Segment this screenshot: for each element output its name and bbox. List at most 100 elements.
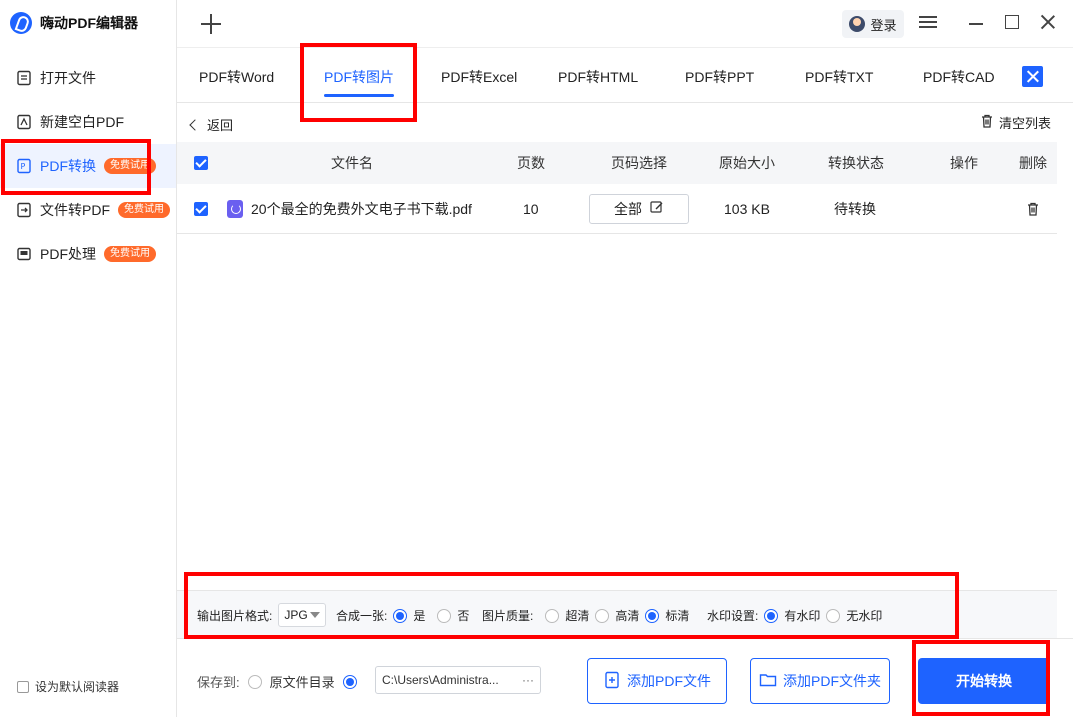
header-file-name: 文件名 — [331, 155, 373, 171]
quality-option: 图片质量: 超清 高清 标清 — [482, 607, 689, 624]
watermark-label: 水印设置: — [707, 609, 759, 623]
add-folder-label: 添加PDF文件夹 — [783, 673, 881, 689]
sidebar-item-file-to-pdf[interactable]: 文件转PDF 免费试用 — [0, 188, 176, 232]
default-reader-toggle[interactable]: 设为默认阅读器 — [17, 678, 119, 695]
folder-icon — [759, 671, 777, 692]
merge-option: 合成一张: 是 否 — [336, 607, 469, 624]
free-trial-badge: 免费试用 — [104, 246, 156, 262]
sidebar-item-new-pdf[interactable]: 新建空白PDF — [0, 100, 176, 144]
bottom-bar: 保存到: 原文件目录 C:\Users\Administra... ··· 添加… — [177, 638, 1073, 717]
app-logo-icon — [10, 12, 32, 34]
clear-list-label: 清空列表 — [998, 116, 1051, 131]
save-custom-dir-radio[interactable] — [342, 674, 357, 689]
file-to-pdf-icon — [16, 202, 32, 218]
format-label: 输出图片格式: — [197, 608, 273, 623]
watermark-no-label: 无水印 — [846, 609, 883, 623]
tab-pdf-to-cad[interactable]: PDF转CAD — [923, 67, 995, 87]
save-path-value: C:\Users\Administra... — [382, 673, 499, 687]
free-trial-badge: 免费试用 — [104, 158, 156, 174]
title-bar: 登录 — [177, 0, 1073, 48]
page-select-button[interactable]: 全部 — [589, 193, 689, 224]
new-pdf-icon — [16, 114, 32, 130]
checkbox-checked-icon — [194, 201, 208, 216]
header-actions: 操作 — [950, 155, 978, 171]
merge-yes-radio[interactable] — [393, 608, 408, 623]
merge-label: 合成一张: — [336, 609, 388, 623]
close-window-icon[interactable] — [1039, 14, 1057, 32]
quality-standard-radio[interactable] — [645, 608, 660, 623]
file-name-cell: 20个最全的免费外文电子书下载.pdf — [227, 184, 472, 233]
sidebar-item-pdf-convert[interactable]: P PDF转换 免费试用 — [0, 144, 176, 188]
start-convert-button[interactable]: 开始转换 — [918, 658, 1050, 704]
login-button[interactable]: 登录 — [842, 10, 904, 38]
add-pdf-folder-button[interactable]: 添加PDF文件夹 — [750, 658, 890, 704]
default-reader-label: 设为默认阅读器 — [35, 680, 120, 694]
free-trial-badge: 免费试用 — [118, 202, 170, 218]
sidebar-item-label: 新建空白PDF — [40, 114, 124, 130]
trash-icon — [979, 113, 995, 132]
app-title: 嗨动PDF编辑器 — [40, 15, 138, 31]
page-select-cell: 全部 — [589, 184, 689, 233]
save-to-option: 保存到: 原文件目录 — [197, 672, 357, 691]
sidebar-item-label: PDF处理 — [40, 246, 96, 262]
quality-ultra-radio[interactable] — [545, 608, 560, 623]
maximize-icon[interactable] — [1003, 14, 1021, 32]
save-original-dir-radio[interactable] — [247, 674, 262, 689]
format-option: 输出图片格式: JPG — [197, 603, 327, 627]
row-checkbox[interactable] — [194, 184, 208, 233]
tab-pdf-to-txt[interactable]: PDF转TXT — [805, 67, 873, 87]
tab-pdf-to-image[interactable]: PDF转图片 — [324, 67, 394, 97]
svg-text:P: P — [21, 162, 26, 171]
edit-icon — [650, 200, 664, 217]
add-pdf-file-button[interactable]: 添加PDF文件 — [587, 658, 727, 704]
page-select-value: 全部 — [614, 200, 642, 217]
back-button[interactable]: 返回 — [189, 115, 233, 134]
open-file-icon — [16, 70, 32, 86]
brand: 嗨动PDF编辑器 — [10, 12, 138, 34]
tab-close-icon[interactable] — [1022, 66, 1043, 87]
sidebar-item-label: 打开文件 — [40, 70, 96, 86]
file-pages: 10 — [523, 200, 539, 217]
pdf-file-icon — [227, 199, 243, 218]
quality-high-label: 高清 — [615, 609, 640, 623]
delete-row-button[interactable] — [1025, 184, 1041, 233]
quality-label: 图片质量: — [482, 609, 534, 623]
tab-pdf-to-ppt[interactable]: PDF转PPT — [685, 67, 754, 87]
format-select[interactable]: JPG — [278, 603, 327, 627]
watermark-yes-label: 有水印 — [784, 609, 821, 623]
minimize-icon[interactable] — [967, 14, 985, 32]
tab-pdf-to-excel[interactable]: PDF转Excel — [441, 67, 517, 87]
default-reader-checkbox[interactable] — [17, 680, 29, 693]
header-delete: 删除 — [1019, 155, 1047, 171]
menu-icon[interactable] — [919, 14, 937, 32]
sidebar-item-label: PDF转换 — [40, 158, 96, 174]
save-path-field[interactable]: C:\Users\Administra... ··· — [375, 666, 541, 694]
header-page-select: 页码选择 — [611, 155, 667, 171]
header-convert-status: 转换状态 — [828, 155, 884, 171]
sidebar-item-pdf-process[interactable]: PDF处理 免费试用 — [0, 232, 176, 276]
save-to-label: 保存到: — [197, 675, 240, 690]
browse-more-icon[interactable]: ··· — [522, 673, 534, 687]
new-tab-plus-icon[interactable] — [199, 12, 223, 36]
checkbox-checked-icon — [194, 156, 208, 170]
sidebar-item-open-file[interactable]: 打开文件 — [0, 56, 176, 100]
user-avatar-icon — [849, 16, 866, 32]
quality-high-radio[interactable] — [595, 608, 610, 623]
merge-no-radio[interactable] — [437, 608, 452, 623]
tab-pdf-to-html[interactable]: PDF转HTML — [558, 67, 638, 87]
login-label: 登录 — [870, 17, 897, 33]
select-all-checkbox[interactable] — [194, 142, 208, 184]
watermark-no-radio[interactable] — [826, 608, 841, 623]
trash-icon — [1025, 201, 1041, 217]
output-options: 输出图片格式: JPG 合成一张: 是 否 图片质量: 超清 高清 标清 水印设… — [177, 590, 1057, 638]
pdf-convert-icon: P — [16, 158, 32, 174]
merge-yes-label: 是 — [413, 609, 426, 623]
original-dir-label: 原文件目录 — [269, 675, 335, 690]
convert-tabs: PDF转Word PDF转图片 PDF转Excel PDF转HTML PDF转P… — [177, 49, 1073, 103]
tab-pdf-to-word[interactable]: PDF转Word — [199, 67, 274, 87]
file-name: 20个最全的免费外文电子书下载.pdf — [251, 200, 472, 217]
table-row: 20个最全的免费外文电子书下载.pdf 10 全部 103 KB 待转换 — [177, 184, 1057, 234]
watermark-yes-radio[interactable] — [764, 608, 779, 623]
chevron-left-icon — [189, 118, 201, 131]
clear-list-button[interactable]: 清空列表 — [979, 113, 1051, 132]
